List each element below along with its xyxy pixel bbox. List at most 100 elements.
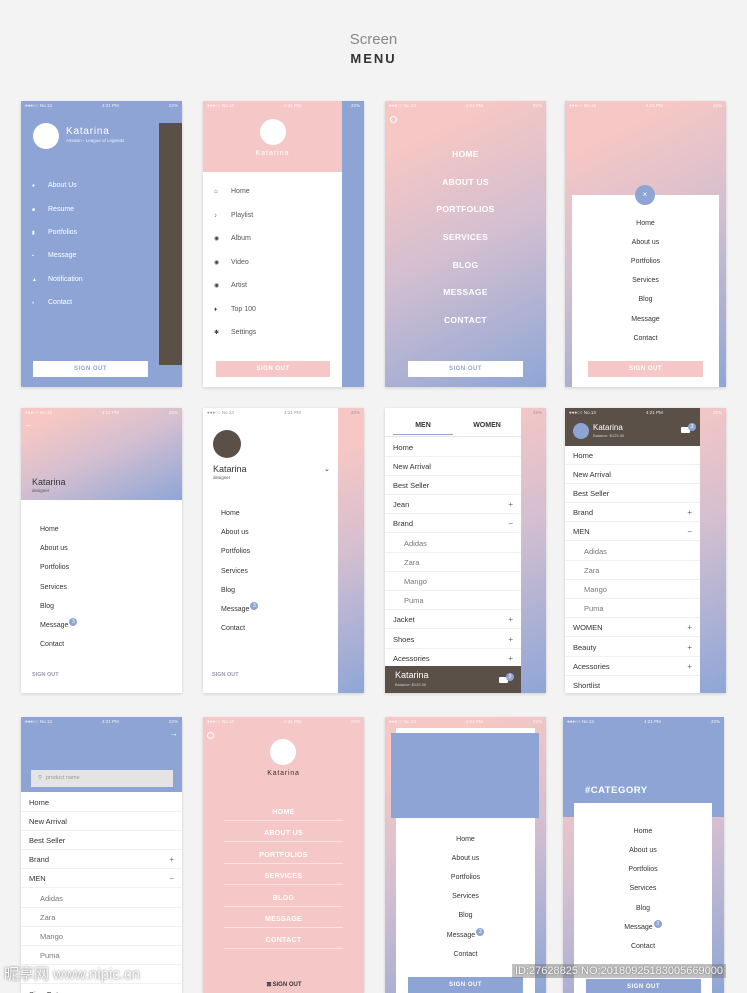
list-item[interactable]: Brand + [565,503,700,523]
menu-item-blog[interactable]: BLOG [385,257,546,273]
menu-item-contact[interactable]: Contact [40,637,64,653]
menu-item-portfolios[interactable]: PORTFOLIOS [224,848,343,864]
list-item[interactable]: Acessories + [385,649,521,668]
sign-out-button[interactable]: SIGN OUT [588,361,703,377]
menu-item-services[interactable]: SERVICES [224,869,343,885]
search-input[interactable]: ⚲ product name [31,770,173,787]
menu-item-message[interactable]: MESSAGE [385,284,546,300]
list-item[interactable]: Shortlist [565,676,700,693]
menu-item-about-us[interactable]: ABOUT US [385,174,546,190]
list-item[interactable]: Best Seller [565,484,700,503]
collapse-icon[interactable]: − [169,869,174,888]
cart-button[interactable]: 3 [681,423,696,435]
menu-item-settings[interactable]: ✱ Settings [214,326,256,340]
tab-women[interactable]: WOMEN [457,422,517,429]
list-item[interactable]: Home [385,438,521,457]
list-item[interactable]: Zara [385,553,521,572]
menu-item-portfolios[interactable]: Portfolios [574,862,712,878]
sign-out-button[interactable]: SIGN OUT [408,361,523,377]
forward-arrow-icon[interactable]: → [170,729,178,738]
list-item[interactable]: WOMEN + [565,618,700,638]
close-button[interactable]: × [635,185,655,205]
list-item[interactable]: Zara [565,561,700,580]
menu-item-top-100[interactable]: ♦ Top 100 [214,303,256,317]
expand-icon[interactable]: + [687,657,692,676]
menu-item-home[interactable]: HOME [385,146,546,162]
menu-item-blog[interactable]: Blog [40,599,54,615]
collapse-icon[interactable]: − [508,514,513,533]
sign-out-button[interactable]: SIGN OUT [586,979,701,993]
list-item[interactable]: Adidas [385,534,521,553]
list-item[interactable]: Best Seller [385,476,521,495]
menu-item-home[interactable]: Home [396,832,535,848]
list-item[interactable]: Adidas [21,889,182,908]
list-item[interactable]: New Arrival [385,457,521,476]
menu-item-about-us[interactable]: About us [574,843,712,859]
list-item[interactable]: Shoes + [385,630,521,649]
list-item[interactable]: Brand − [385,514,521,534]
expand-icon[interactable]: + [508,610,513,629]
expand-icon[interactable]: + [169,850,174,869]
menu-item-portfolios[interactable]: ▮ Portfolios [32,226,77,240]
list-item[interactable]: Acessories + [565,657,700,676]
menu-item-blog[interactable]: Blog [396,908,535,924]
expand-icon[interactable]: + [687,618,692,637]
tab-men[interactable]: MEN [393,422,453,429]
expand-icon[interactable]: + [508,495,513,514]
cart-button[interactable]: 3 [499,673,514,685]
list-item[interactable]: Sign Out [21,985,182,993]
list-item[interactable]: Puma [565,599,700,619]
menu-item-notification[interactable]: ▲ Notification [32,273,83,287]
list-item[interactable]: Mango [565,580,700,599]
list-item[interactable]: MEN − [565,522,700,542]
list-item[interactable]: Jean + [385,495,521,515]
menu-item-contact[interactable]: Contact [221,621,245,637]
menu-item-contact[interactable]: Contact [574,939,712,955]
list-item[interactable]: Puma [385,591,521,611]
menu-item-message[interactable]: ▪ Message [32,249,76,263]
list-item[interactable]: Jacket + [385,610,521,630]
back-arrow-icon[interactable]: ← [25,420,33,429]
list-item[interactable]: Adidas [565,542,700,561]
menu-item-services[interactable]: Services [574,881,712,897]
sign-out-link[interactable]: SIGN OUT [212,672,239,678]
list-item[interactable]: New Arrival [565,465,700,484]
expand-icon[interactable]: + [687,503,692,522]
sign-out-link[interactable]: SIGN OUT [32,672,59,678]
chevron-down-icon[interactable]: ⌄ [324,465,330,473]
list-item[interactable]: Home [565,446,700,465]
menu-item-about us[interactable]: ● About Us [32,179,77,193]
menu-item-album[interactable]: ◉ Album [214,232,251,246]
menu-item-contact[interactable]: CONTACT [224,933,343,949]
menu-item-services[interactable]: Services [396,889,535,905]
menu-item-message[interactable]: Message 3 [574,920,712,936]
menu-item-contact[interactable]: CONTACT [385,312,546,328]
menu-item-portfolios[interactable]: Portfolios [221,544,250,560]
menu-item-portfolios[interactable]: Portfolios [40,560,69,576]
menu-item-blog[interactable]: Blog [572,292,719,308]
menu-item-playlist[interactable]: ♪ Playlist [214,209,253,223]
menu-item-home[interactable]: Home [40,522,59,538]
sign-out-button[interactable]: ⊠SIGN OUT [203,981,364,988]
sign-out-button[interactable]: SIGN OUT [408,977,523,993]
menu-item-services[interactable]: Services [40,580,67,596]
menu-item-portfolios[interactable]: Portfolios [396,870,535,886]
expand-icon[interactable]: + [508,649,513,668]
sign-out-button[interactable]: SIGN OUT [33,361,148,377]
menu-item-contact[interactable]: Contact [572,331,719,347]
menu-item-services[interactable]: Services [572,273,719,289]
menu-item-portfolios[interactable]: Portfolios [572,254,719,270]
menu-item-about-us[interactable]: About us [221,525,249,541]
menu-item-about-us[interactable]: ABOUT US [224,826,343,842]
menu-item-home[interactable]: HOME [224,805,343,821]
list-item[interactable]: New Arrival [21,812,182,831]
menu-item-portfolios[interactable]: PORTFOLIOS [385,201,546,217]
menu-item-message[interactable]: Message [572,312,719,328]
collapse-icon[interactable]: − [687,522,692,541]
menu-item-message[interactable]: MESSAGE [224,912,343,928]
menu-item-resume[interactable]: ■ Resume [32,203,74,217]
menu-item-blog[interactable]: Blog [221,583,235,599]
menu-item-message[interactable]: Message 3 [221,602,259,618]
menu-item-blog[interactable]: Blog [574,901,712,917]
menu-item-services[interactable]: SERVICES [385,229,546,245]
